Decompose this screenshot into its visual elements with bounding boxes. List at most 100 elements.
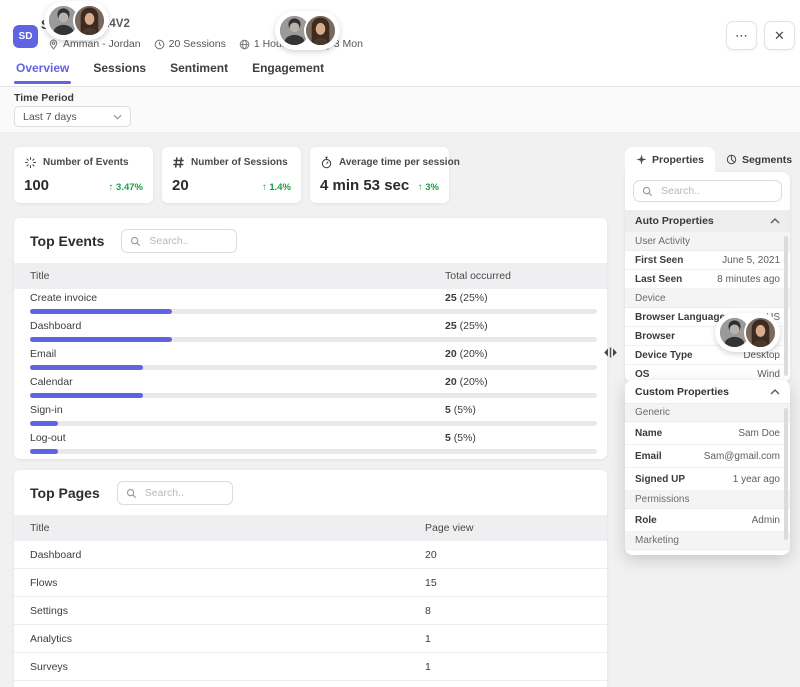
search-icon <box>642 186 653 197</box>
table-row[interactable]: Calendar 20 (20%) <box>14 373 607 401</box>
custom-properties-scrollbar[interactable] <box>784 408 788 540</box>
tab-sentiment[interactable]: Sentiment <box>170 61 228 84</box>
tab-properties[interactable]: Properties <box>625 147 715 172</box>
stat-card-title: Number of Events <box>43 157 129 168</box>
presence-avatar-group <box>715 313 780 352</box>
globe-icon <box>239 39 250 50</box>
tab-segments[interactable]: Segments <box>715 147 800 172</box>
property-row: Marketing ChannelOrganic <box>625 550 790 555</box>
event-title: Sign-in <box>30 404 63 416</box>
top-events-card: Top Events Title Total occurred Create i… <box>14 218 607 459</box>
close-button[interactable]: ✕ <box>764 21 795 50</box>
header-meta-item: 20 Sessions <box>154 38 226 50</box>
event-bar-fill <box>30 309 172 314</box>
auto-properties-list: User Activity First Seen June 5, 2021 Last … <box>625 232 790 383</box>
table-row[interactable]: NPS1 <box>14 681 607 687</box>
tab-overview[interactable]: Overview <box>13 61 72 84</box>
column-title: Title <box>30 270 50 282</box>
header-meta-label: 3 Mon <box>333 38 363 50</box>
stopwatch-icon <box>320 156 333 169</box>
page-view-count: 1 <box>425 632 431 645</box>
page-title: Analytics <box>30 632 73 645</box>
auto-properties-header[interactable]: Auto Properties <box>625 210 790 232</box>
panel-tab-label: Properties <box>652 153 704 166</box>
property-group-header: Generic <box>625 404 790 422</box>
stat-card-header: Average time per session <box>320 156 460 169</box>
event-bar-track <box>30 365 597 370</box>
page-title: Flows <box>30 576 58 589</box>
top-pages-search-input[interactable] <box>142 486 224 500</box>
property-value: June 5, 2021 <box>722 254 780 266</box>
auto-properties-scrollbar[interactable] <box>784 236 788 376</box>
top-pages-card: Top Pages Title Page view Dashboard 20 Flo… <box>14 470 607 687</box>
tab-engagement[interactable]: Engagement <box>252 61 324 84</box>
table-row[interactable]: Flows 15 <box>14 569 607 597</box>
page-view-count: 20 <box>425 548 437 561</box>
table-row[interactable]: Surveys 1 <box>14 653 607 681</box>
stat-card-header: Number of Events <box>24 156 143 169</box>
top-events-title: Top Events <box>30 233 105 249</box>
property-group-header: User Activity <box>625 232 790 251</box>
property-value: Sam@gmail.com <box>703 450 780 462</box>
table-row[interactable]: Email 20 (20%) <box>14 345 607 373</box>
property-label: OS <box>635 368 650 380</box>
property-label: Last Seen <box>635 273 683 285</box>
panel-resize-handle[interactable] <box>602 346 619 359</box>
stat-card: Average time per session 4 min 53 sec ↑ 3% <box>310 147 460 203</box>
chevron-up-icon[interactable] <box>770 388 780 395</box>
property-value: Wind <box>757 368 780 380</box>
header: SD Sa 24V2 Amman - Jordan20 Sessions1 Ho… <box>0 0 800 87</box>
column-total-occurred: Total occurred <box>445 270 511 282</box>
property-label: Email <box>635 450 662 462</box>
more-options-button[interactable]: ⋯ <box>726 21 757 50</box>
top-events-table-header: Title Total occurred <box>14 263 607 289</box>
event-bar-fill <box>30 365 144 370</box>
panel-tab-label: Segments <box>741 153 793 166</box>
event-bar-track <box>30 393 597 398</box>
event-title: Log-out <box>30 432 66 444</box>
top-events-search <box>121 229 238 253</box>
chevron-up-icon[interactable] <box>770 218 780 224</box>
stat-card-title: Number of Sessions <box>191 157 288 168</box>
presence-avatar-group <box>275 11 340 50</box>
column-page-view: Page view <box>425 522 474 534</box>
table-row[interactable]: Analytics 1 <box>14 625 607 653</box>
top-pages-title: Top Pages <box>30 485 100 501</box>
stat-card-body: 100 ↑ 3.47% <box>24 177 143 194</box>
table-row[interactable]: Dashboard 25 (25%) <box>14 317 607 345</box>
property-row: Signed UP 1 year ago <box>625 468 790 491</box>
custom-properties-header[interactable]: Custom Properties <box>625 380 790 404</box>
location-pin-icon <box>48 39 59 50</box>
event-count: 5 (5%) <box>445 404 476 416</box>
table-row[interactable]: Sign-in 5 (5%) <box>14 401 607 429</box>
properties-search-input[interactable] <box>659 184 773 198</box>
property-row: Last Seen 8 minutes ago <box>625 270 790 289</box>
avatar-woman-photo <box>304 14 337 47</box>
property-group-header: Permissions <box>625 491 790 509</box>
event-title: Create invoice <box>30 292 98 304</box>
table-row[interactable]: Dashboard 20 <box>14 541 607 569</box>
top-pages-search <box>116 481 233 505</box>
top-events-head: Top Events <box>14 218 607 263</box>
time-period-select[interactable]: Last 7 days <box>14 106 131 127</box>
event-bar-fill <box>30 393 144 398</box>
auto-properties-title: Auto Properties <box>635 215 714 227</box>
property-row: First Seen June 5, 2021 <box>625 251 790 270</box>
search-icon <box>130 236 141 247</box>
top-events-search-input[interactable] <box>147 234 229 248</box>
table-row[interactable]: Settings 8 <box>14 597 607 625</box>
page-title: Surveys <box>30 660 68 673</box>
table-row[interactable]: Log-out 5 (5%) <box>14 429 607 457</box>
event-count: 25 (25%) <box>445 320 488 332</box>
user-initials-badge: SD <box>13 25 38 48</box>
property-row: Role Admin <box>625 509 790 532</box>
property-group-header: Marketing <box>625 532 790 550</box>
property-label: Device Type <box>635 349 693 361</box>
table-row[interactable]: Create invoice 25 (25%) <box>14 289 607 317</box>
page-view-count: 15 <box>425 576 437 589</box>
tab-sessions[interactable]: Sessions <box>93 61 146 84</box>
chevron-down-icon <box>113 114 122 120</box>
top-pages-head: Top Pages <box>14 470 607 515</box>
stat-card: Number of Sessions 20 ↑ 1.4% <box>162 147 301 203</box>
property-label: First Seen <box>635 254 684 266</box>
